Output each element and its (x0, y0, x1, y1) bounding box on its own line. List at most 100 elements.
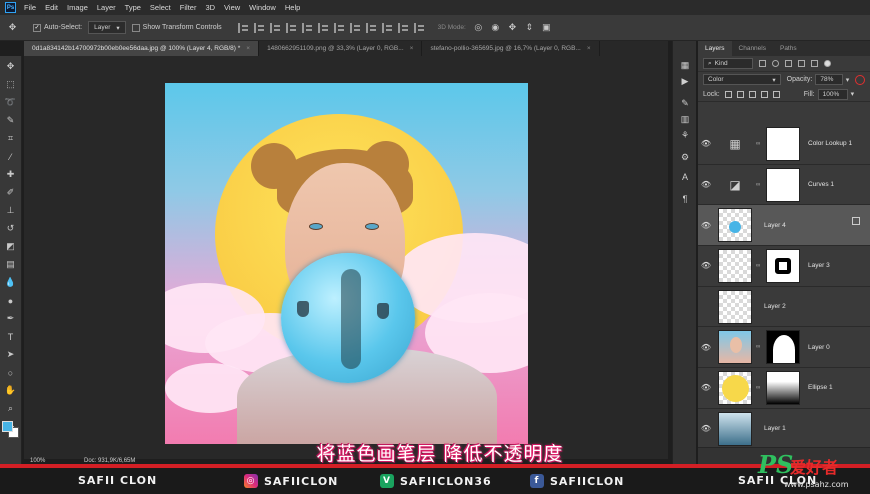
menu-help[interactable]: Help (285, 3, 300, 12)
auto-align-icon[interactable] (413, 22, 425, 33)
3d-roll-icon[interactable]: ◉ (489, 21, 502, 34)
close-icon[interactable]: × (587, 45, 591, 52)
align-center-icon[interactable] (253, 22, 265, 33)
filter-adjustment-icon[interactable] (772, 60, 779, 67)
layer-thumb[interactable] (718, 370, 752, 405)
eye-icon[interactable]: 👁 (698, 139, 714, 148)
filter-shape-icon[interactable] (798, 60, 805, 67)
3d-slide-icon[interactable]: ⇕ (523, 21, 536, 34)
layer-thumb[interactable] (718, 411, 752, 446)
layer-thumb[interactable] (718, 248, 752, 283)
menu-type[interactable]: Type (125, 3, 141, 12)
tab-paths[interactable]: Paths (773, 41, 804, 56)
fill-field[interactable]: 100% (817, 88, 848, 100)
chevron-down-icon[interactable]: ▾ (846, 76, 850, 84)
layer-mask-thumb[interactable] (766, 330, 800, 365)
layer-mask-thumb[interactable] (766, 248, 800, 283)
align-middle-icon[interactable] (301, 22, 313, 33)
shape-icon[interactable]: ○ (4, 366, 17, 379)
lock-position-icon[interactable] (748, 90, 756, 98)
move-tool-preset-icon[interactable]: ✥ (6, 21, 19, 34)
crop-icon[interactable]: ⌗ (4, 132, 17, 145)
healing-icon[interactable]: ✚ (4, 168, 17, 181)
align-right-icon[interactable] (269, 22, 281, 33)
auto-select-checkbox[interactable]: ✓ (33, 23, 41, 32)
eye-icon[interactable]: 👁 (698, 383, 714, 392)
eye-icon[interactable]: 👁 (698, 221, 714, 230)
align-bottom-icon[interactable] (317, 22, 329, 33)
layer-row[interactable]: 👁 ∞ Ellipse 1 (698, 368, 870, 409)
3d-scale-icon[interactable]: ▣ (540, 21, 553, 34)
close-icon[interactable]: × (410, 45, 414, 52)
layer-row-selected[interactable]: 👁 Layer 4 (698, 205, 870, 247)
move-icon[interactable]: ✥ (4, 60, 17, 73)
lasso-icon[interactable]: ➰ (4, 96, 17, 109)
transform-controls-checkbox[interactable] (131, 23, 140, 32)
menu-3d[interactable]: 3D (205, 3, 215, 12)
auto-select-dropdown[interactable]: Layer ▾ (88, 21, 126, 34)
menu-view[interactable]: View (224, 3, 240, 12)
path-select-icon[interactable]: ➤ (4, 348, 17, 361)
menu-edit[interactable]: Edit (45, 3, 58, 12)
3d-rotate-icon[interactable]: ◎ (472, 21, 485, 34)
menu-layer[interactable]: Layer (97, 3, 116, 12)
lock-pixels-icon[interactable] (736, 90, 744, 98)
lock-all-icon[interactable] (772, 90, 780, 98)
distribute-left-icon[interactable] (381, 22, 393, 33)
doc-tab-2[interactable]: 1480662951109.png @ 33,3% (Layer 0, RGB.… (259, 41, 423, 56)
opacity-scrubber-icon[interactable] (855, 74, 866, 85)
distribute-center-icon[interactable] (397, 22, 409, 33)
history-icon[interactable]: ▦ (679, 59, 691, 71)
canvas-area[interactable] (24, 56, 668, 459)
opacity-field[interactable]: 78% (815, 74, 843, 85)
layer-row[interactable]: 👁 ∞ Layer 3 (698, 246, 870, 287)
close-icon[interactable]: × (246, 45, 250, 52)
eye-icon[interactable]: 👁 (698, 180, 714, 189)
align-left-icon[interactable] (237, 22, 249, 33)
menu-window[interactable]: Window (249, 3, 276, 12)
filter-smart-object-icon[interactable] (811, 60, 818, 67)
blend-mode-dropdown[interactable]: Color ▾ (703, 74, 781, 85)
history-brush-icon[interactable]: ↺ (4, 222, 17, 235)
blur-icon[interactable]: 💧 (4, 276, 17, 289)
eye-icon[interactable]: 👁 (698, 261, 714, 270)
filter-toggle-icon[interactable] (824, 60, 831, 67)
lock-artboard-icon[interactable] (760, 90, 768, 98)
distribute-top-icon[interactable] (333, 22, 345, 33)
filter-kind-dropdown[interactable]: ⌕ Kind (703, 58, 753, 69)
layer-row[interactable]: 👁 ∞ Layer 0 (698, 327, 870, 369)
filter-pixel-icon[interactable] (759, 60, 766, 67)
brush-icon[interactable]: ✐ (4, 186, 17, 199)
layer-row[interactable]: Layer 2 (698, 287, 870, 328)
menu-image[interactable]: Image (67, 3, 88, 12)
chevron-down-icon[interactable]: ▾ (851, 90, 855, 98)
hand-icon[interactable]: ✋ (4, 384, 17, 397)
zoom-icon[interactable]: ⌕ (4, 402, 17, 415)
foreground-color-swatch[interactable] (2, 421, 13, 432)
3d-drag-icon[interactable]: ✥ (506, 21, 519, 34)
dodge-icon[interactable]: ● (4, 294, 17, 307)
layer-mask-thumb[interactable] (766, 167, 800, 202)
doc-tab-3[interactable]: stefano-pollio-365695.jpg @ 16,7% (Layer… (422, 41, 600, 56)
actions-play-icon[interactable]: ▶ (679, 75, 691, 87)
tab-channels[interactable]: Channels (732, 41, 773, 56)
layer-mask-thumb[interactable] (766, 126, 800, 161)
distribute-bottom-icon[interactable] (365, 22, 377, 33)
eyedropper-icon[interactable]: ⁄ (4, 150, 17, 163)
clone-source-icon[interactable]: ⚘ (679, 129, 691, 141)
quick-select-icon[interactable]: ✎ (4, 114, 17, 127)
paragraph-icon[interactable]: ¶ (679, 193, 691, 205)
character-icon[interactable]: A (679, 171, 691, 183)
layer-thumb[interactable] (718, 208, 752, 243)
stamp-icon[interactable]: ⊥ (4, 204, 17, 217)
eye-icon[interactable]: 👁 (698, 343, 714, 352)
filter-type-icon[interactable] (785, 60, 792, 67)
lock-transparency-icon[interactable] (724, 90, 732, 98)
marquee-icon[interactable]: ⬚ (4, 78, 17, 91)
menu-file[interactable]: File (24, 3, 36, 12)
layer-row[interactable]: 👁 ◪ ∞ Curves 1 (698, 165, 870, 206)
type-icon[interactable]: T (4, 330, 17, 343)
layer-mask-thumb[interactable] (766, 370, 800, 405)
brush-presets-icon[interactable]: ▥ (679, 113, 691, 125)
gradient-icon[interactable]: ▤ (4, 258, 17, 271)
